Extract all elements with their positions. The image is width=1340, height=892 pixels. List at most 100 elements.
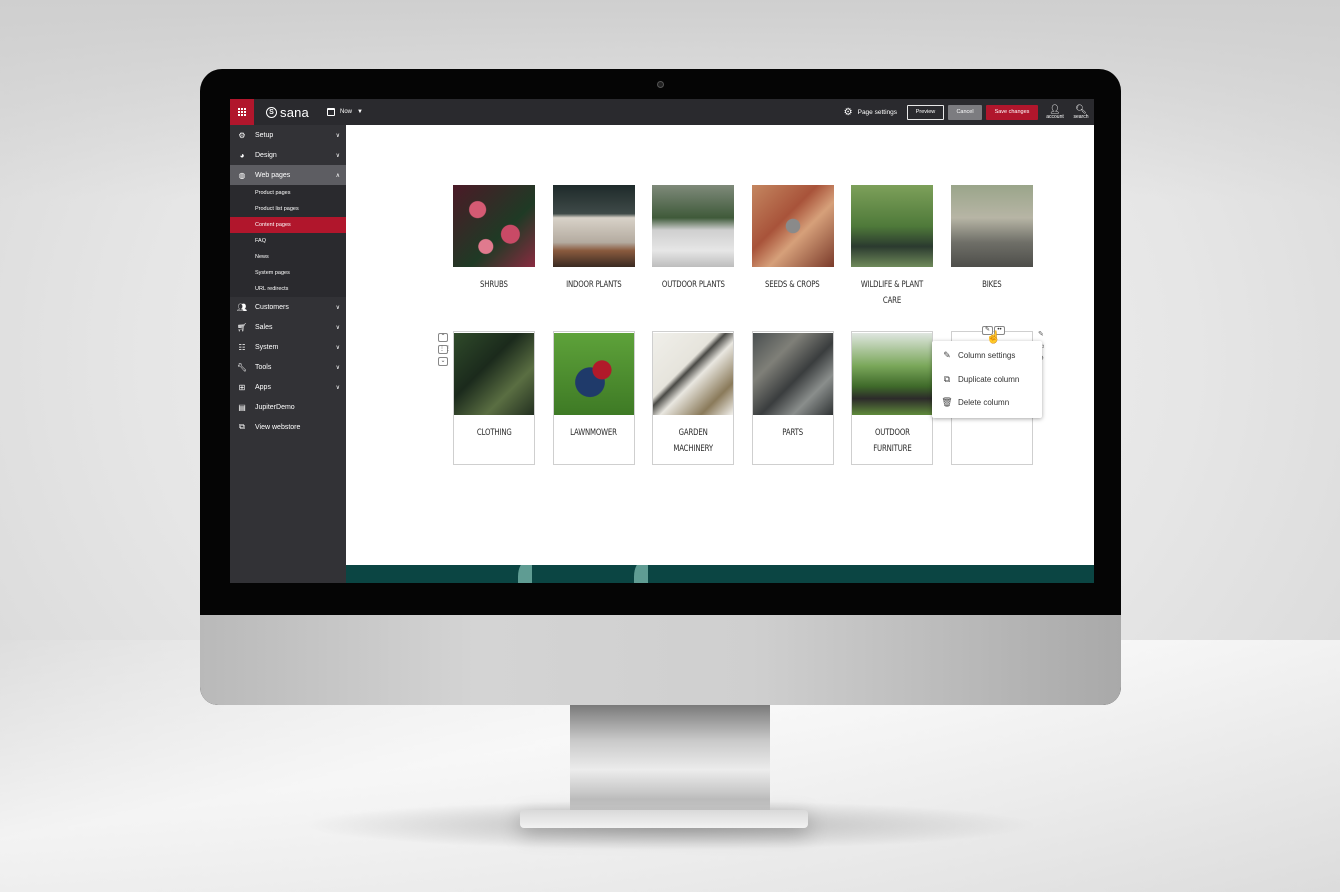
sana-logo-icon: S <box>266 106 277 118</box>
sidebar-item-setup[interactable]: ⚙ Setup ∨ <box>230 125 346 145</box>
trash-icon: 🗑︎ <box>941 397 953 408</box>
web-pages-submenu: Product pages Product list pages Content… <box>230 185 346 297</box>
chevron-down-icon: ∨ <box>335 132 340 139</box>
sidebar-subitem-product-list-pages[interactable]: Product list pages <box>230 201 346 217</box>
store-icon: ▤ <box>238 402 246 412</box>
category-tile[interactable]: INDOOR PLANTS <box>552 185 635 309</box>
grid-icon <box>238 108 246 116</box>
chevron-down-icon: ∨ <box>335 304 340 311</box>
category-tile[interactable]: OUTDOOR FURNITURE <box>851 331 933 465</box>
leaf-decoration <box>634 565 648 583</box>
sidebar-item-label: JupiterDemo <box>255 403 295 411</box>
external-link-icon: ⧉ <box>239 422 245 431</box>
column-settings-menu-item[interactable]: ✎ Column settings <box>932 344 1042 368</box>
chevron-down-icon: ∨ <box>335 384 340 391</box>
sidebar-subitem-faq[interactable]: FAQ <box>230 233 346 249</box>
date-selector[interactable]: Now ▼ <box>327 108 363 116</box>
gear-icon: ⚙ <box>238 130 246 140</box>
sidebar-item-label: Web pages <box>255 171 291 179</box>
sidebar-item-jupiterdemo[interactable]: ▤ JupiterDemo <box>230 397 346 417</box>
sidebar-item-label: Setup <box>255 131 274 139</box>
sidebar-item-label: View webstore <box>255 423 301 431</box>
menu-item-label: Delete column <box>958 398 1010 408</box>
row-grid-button[interactable]: ⋮⋮ <box>438 345 451 354</box>
gear-icon: ⚙ <box>843 106 853 118</box>
chevron-down-icon: ∨ <box>335 344 340 351</box>
sidebar-item-tools[interactable]: 🔧︎ Tools ∨ <box>230 357 346 377</box>
page-settings-label: Page settings <box>857 108 897 116</box>
chevron-down-icon: ∨ <box>335 364 340 371</box>
category-label: INDOOR PLANTS <box>565 280 622 290</box>
chevron-up-icon: ∧ <box>335 172 340 179</box>
preview-button[interactable]: Preview <box>907 104 944 120</box>
sidebar-item-design[interactable]: ◕ Design ∨ <box>230 145 346 165</box>
category-tile[interactable]: PARTS <box>751 331 834 465</box>
app-launcher-button[interactable] <box>230 99 254 125</box>
category-image <box>751 185 834 267</box>
sidebar: ⚙ Setup ∨ ◕ Design ∨ ◍ Web pages ∧ Produ… <box>230 125 346 583</box>
globe-icon: ◍ <box>238 170 246 180</box>
chevron-down-icon: ∨ <box>335 152 340 159</box>
apps-icon: ⊞ <box>238 382 246 392</box>
category-tile[interactable]: LAWNMOWER <box>552 331 635 465</box>
cart-icon: 🛒︎ <box>236 322 248 332</box>
monitor-chin <box>200 615 1121 705</box>
monitor-stand <box>570 705 770 823</box>
category-tile[interactable]: BIKES <box>950 185 1033 309</box>
sidebar-subitem-product-pages[interactable]: Product pages <box>230 185 346 201</box>
duplicate-column-menu-item[interactable]: ⧉ Duplicate column <box>932 368 1042 392</box>
category-tile[interactable]: CLOTHING <box>453 331 535 465</box>
category-label: OUTDOOR PLANTS <box>661 280 725 290</box>
sidebar-subitem-url-redirects[interactable]: URL redirects <box>230 281 346 297</box>
sana-logo[interactable]: S sana <box>266 105 309 120</box>
move-row-up-button[interactable]: ⌃ <box>438 333 448 342</box>
sidebar-subitem-news[interactable]: News <box>230 249 346 265</box>
category-label: OUTDOOR FURNITURE <box>872 428 912 454</box>
search-button[interactable]: 🔍︎ search <box>1068 104 1094 120</box>
move-row-down-button[interactable]: ⌄ <box>438 357 448 366</box>
pencil-icon: ✎ <box>943 350 951 361</box>
sidebar-item-web-pages[interactable]: ◍ Web pages ∧ <box>230 165 346 185</box>
page-settings-button[interactable]: ⚙ Page settings <box>844 107 897 118</box>
sidebar-item-sales[interactable]: 🛒︎ Sales ∨ <box>230 317 346 337</box>
sidebar-item-apps[interactable]: ⊞ Apps ∨ <box>230 377 346 397</box>
delete-column-menu-item[interactable]: 🗑︎ Delete column <box>932 391 1042 415</box>
sliders-icon: ☷ <box>238 342 246 352</box>
category-label: GARDEN MACHINERY <box>673 428 713 454</box>
category-label: WILDLIFE & PLANT CARE <box>860 280 924 306</box>
category-tile[interactable]: GARDEN MACHINERY <box>652 331 734 465</box>
users-icon: 👥︎ <box>236 302 248 312</box>
category-image <box>552 185 635 267</box>
wrench-icon: 🔧︎ <box>236 362 248 372</box>
sidebar-item-label: Apps <box>255 383 271 391</box>
sidebar-subitem-content-pages[interactable]: Content pages <box>230 217 346 233</box>
sidebar-item-customers[interactable]: 👥︎ Customers ∨ <box>230 297 346 317</box>
category-image <box>752 333 833 415</box>
save-changes-button[interactable]: Save changes <box>986 104 1038 120</box>
date-selector-value: Now <box>340 109 353 115</box>
top-bar: S sana Now ▼ ⚙ Page settings Preview Can… <box>230 99 1094 125</box>
account-label: account <box>1046 114 1064 120</box>
sidebar-subitem-system-pages[interactable]: System pages <box>230 265 346 281</box>
search-icon: 🔍︎ <box>1075 104 1087 114</box>
account-button[interactable]: 👤︎ account <box>1042 104 1068 120</box>
screen: S sana Now ▼ ⚙ Page settings Preview Can… <box>230 99 1094 583</box>
leaf-decoration <box>518 565 532 583</box>
category-label: LAWNMOWER <box>570 428 617 438</box>
category-tile[interactable]: WILDLIFE & PLANT CARE <box>851 185 933 309</box>
category-tile[interactable]: OUTDOOR PLANTS <box>652 185 734 309</box>
page-footer <box>346 565 1094 583</box>
category-label: CLOTHING <box>476 428 512 438</box>
sidebar-item-view-webstore[interactable]: ⧉ View webstore <box>230 417 346 437</box>
category-image <box>453 185 535 267</box>
category-tile[interactable]: SHRUBS <box>453 185 535 309</box>
camera <box>657 81 664 88</box>
hand-cursor-icon: ☝ <box>986 330 1001 344</box>
category-label: PARTS <box>782 428 803 438</box>
category-tile[interactable]: SEEDS & CROPS <box>751 185 834 309</box>
search-label: search <box>1073 114 1089 120</box>
category-label: SEEDS & CROPS <box>765 280 820 290</box>
cancel-button[interactable]: Cancel <box>948 104 982 120</box>
account-icon: 👤︎ <box>1049 104 1061 114</box>
sidebar-item-system[interactable]: ☷ System ∨ <box>230 337 346 357</box>
